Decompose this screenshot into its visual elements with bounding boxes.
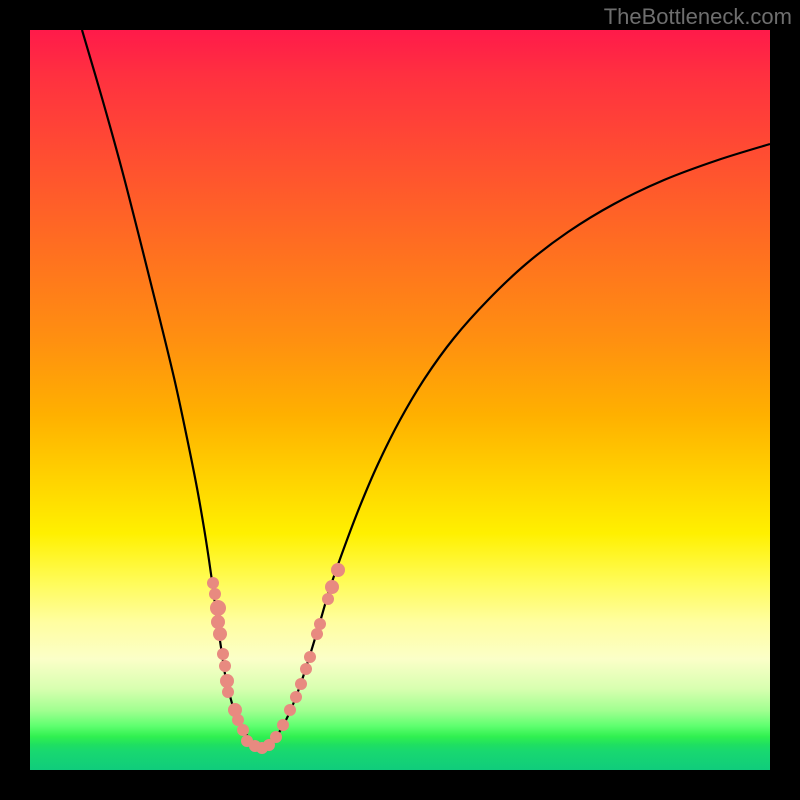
data-point-marker (210, 600, 226, 616)
data-point-marker (331, 563, 345, 577)
data-point-marker (211, 615, 225, 629)
watermark-text: TheBottleneck.com (604, 4, 792, 30)
data-point-marker (207, 577, 219, 589)
curve-left (82, 30, 260, 748)
curve-right (260, 144, 770, 748)
data-point-marker (295, 678, 307, 690)
data-point-marker (237, 724, 249, 736)
data-point-marker (220, 674, 234, 688)
chart-plot-area (30, 30, 770, 770)
data-point-marker (270, 731, 282, 743)
data-point-marker (284, 704, 296, 716)
data-point-marker (322, 593, 334, 605)
data-point-marker (277, 719, 289, 731)
data-point-marker (314, 618, 326, 630)
data-point-marker (290, 691, 302, 703)
data-point-marker (213, 627, 227, 641)
chart-svg (30, 30, 770, 770)
marker-points-group (207, 563, 345, 754)
data-point-marker (217, 648, 229, 660)
data-point-marker (222, 686, 234, 698)
data-point-marker (209, 588, 221, 600)
data-point-marker (219, 660, 231, 672)
data-point-marker (325, 580, 339, 594)
data-point-marker (304, 651, 316, 663)
data-point-marker (300, 663, 312, 675)
